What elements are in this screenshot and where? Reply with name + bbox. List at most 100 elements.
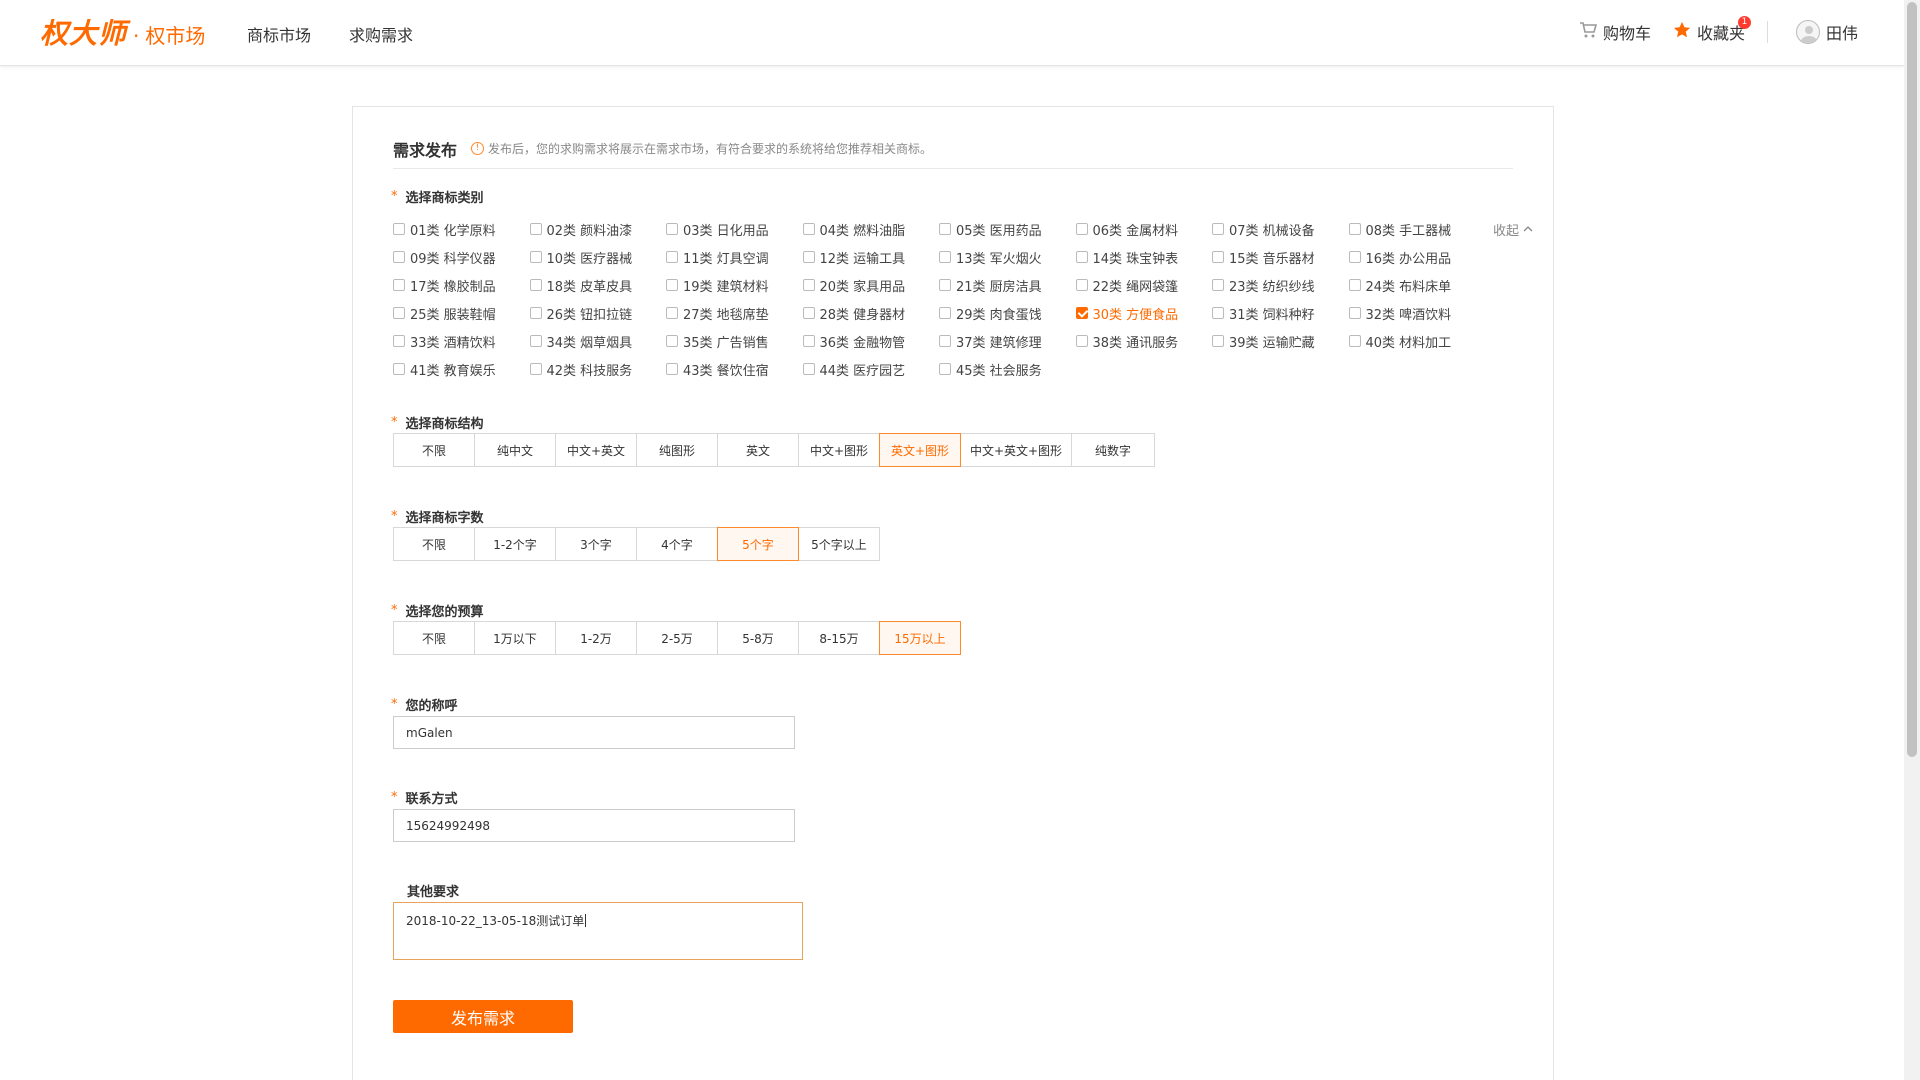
chars-option[interactable]: 5个字	[717, 527, 799, 561]
checkbox-icon[interactable]	[939, 363, 951, 375]
category-checkbox-item[interactable]: 14类 珠宝钟表	[1075, 247, 1213, 267]
budget-option[interactable]: 不限	[393, 621, 475, 655]
chars-option[interactable]: 4个字	[636, 527, 718, 561]
checkbox-icon[interactable]	[666, 251, 678, 263]
structure-option[interactable]: 纯数字	[1071, 433, 1155, 467]
contact-input[interactable]: 15624992498	[393, 809, 795, 842]
checkbox-icon[interactable]	[802, 335, 815, 347]
scrollbar-thumb[interactable]	[1907, 2, 1917, 757]
category-checkbox-item[interactable]: 07类 机械设备	[1212, 219, 1349, 239]
structure-option[interactable]: 中文+英文+图形	[960, 433, 1072, 467]
checkbox-icon[interactable]	[939, 307, 951, 319]
category-checkbox-item[interactable]: 19类 建筑材料	[666, 275, 803, 295]
budget-option[interactable]: 5-8万	[717, 621, 799, 655]
checkbox-icon[interactable]	[666, 335, 678, 347]
category-checkbox-item[interactable]: 09类 科学仪器	[393, 247, 530, 267]
checkbox-icon[interactable]	[666, 223, 678, 235]
checkbox-icon[interactable]	[802, 251, 815, 263]
category-checkbox-item[interactable]: 13类 军火烟火	[939, 247, 1076, 267]
checkbox-icon[interactable]	[529, 223, 542, 235]
structure-option[interactable]: 英文	[717, 433, 799, 467]
checkbox-icon[interactable]	[1212, 335, 1224, 347]
structure-option[interactable]: 不限	[393, 433, 475, 467]
structure-option[interactable]: 英文+图形	[879, 433, 961, 467]
budget-option[interactable]: 2-5万	[636, 621, 718, 655]
checkbox-icon[interactable]	[1075, 307, 1088, 319]
chars-option[interactable]: 5个字以上	[798, 527, 880, 561]
category-checkbox-item[interactable]: 04类 燃料油脂	[802, 219, 940, 239]
category-checkbox-item[interactable]: 21类 厨房洁具	[939, 275, 1076, 295]
checkbox-icon[interactable]	[1075, 279, 1088, 291]
checkbox-icon[interactable]	[802, 223, 815, 235]
checkbox-icon[interactable]	[939, 251, 951, 263]
budget-option[interactable]: 1-2万	[555, 621, 637, 655]
category-checkbox-item[interactable]: 25类 服装鞋帽	[393, 303, 530, 323]
structure-option[interactable]: 纯图形	[636, 433, 718, 467]
checkbox-icon[interactable]	[1348, 251, 1361, 263]
category-checkbox-item[interactable]: 20类 家具用品	[802, 275, 940, 295]
checkbox-icon[interactable]	[529, 335, 542, 347]
publish-button[interactable]: 发布需求	[393, 1000, 573, 1033]
checkbox-icon[interactable]	[1348, 279, 1361, 291]
category-checkbox-item[interactable]: 01类 化学原料	[393, 219, 530, 239]
checkbox-icon[interactable]	[529, 251, 542, 263]
category-checkbox-item[interactable]: 05类 医用药品	[939, 219, 1076, 239]
checkbox-icon[interactable]	[393, 335, 405, 347]
category-checkbox-item[interactable]: 43类 餐饮住宿	[666, 359, 803, 379]
favorites-link[interactable]: 收藏夹 1	[1673, 16, 1751, 44]
category-checkbox-item[interactable]: 40类 材料加工	[1348, 331, 1486, 351]
checkbox-icon[interactable]	[1212, 279, 1224, 291]
category-checkbox-item[interactable]: 29类 肉食蛋饯	[939, 303, 1076, 323]
category-checkbox-item[interactable]: 06类 金属材料	[1075, 219, 1213, 239]
category-checkbox-item[interactable]: 03类 日化用品	[666, 219, 803, 239]
checkbox-icon[interactable]	[1212, 251, 1224, 263]
structure-option[interactable]: 纯中文	[474, 433, 556, 467]
category-checkbox-item[interactable]: 34类 烟草烟具	[529, 331, 667, 351]
category-checkbox-item[interactable]: 12类 运输工具	[802, 247, 940, 267]
checkbox-icon[interactable]	[666, 363, 678, 375]
checkbox-icon[interactable]	[939, 279, 951, 291]
category-checkbox-item[interactable]: 38类 通讯服务	[1075, 331, 1213, 351]
checkbox-icon[interactable]	[1212, 223, 1224, 235]
checkbox-icon[interactable]	[393, 279, 405, 291]
chars-option[interactable]: 不限	[393, 527, 475, 561]
category-checkbox-item[interactable]: 30类 方便食品	[1075, 303, 1213, 323]
checkbox-icon[interactable]	[529, 279, 542, 291]
checkbox-icon[interactable]	[393, 307, 405, 319]
checkbox-icon[interactable]	[1075, 335, 1088, 347]
budget-option[interactable]: 1万以下	[474, 621, 556, 655]
checkbox-icon[interactable]	[939, 335, 951, 347]
checkbox-icon[interactable]	[666, 307, 678, 319]
category-checkbox-item[interactable]: 23类 纺织纱线	[1212, 275, 1349, 295]
category-checkbox-item[interactable]: 33类 酒精饮料	[393, 331, 530, 351]
category-checkbox-item[interactable]: 27类 地毯席垫	[666, 303, 803, 323]
checkbox-icon[interactable]	[1212, 307, 1224, 319]
category-checkbox-item[interactable]: 31类 饲料种籽	[1212, 303, 1349, 323]
checkbox-icon[interactable]	[1348, 335, 1361, 347]
nav-trademark-market[interactable]: 商标市场	[247, 22, 311, 46]
checkbox-icon[interactable]	[802, 307, 815, 319]
category-checkbox-item[interactable]: 02类 颜料油漆	[529, 219, 667, 239]
category-checkbox-item[interactable]: 11类 灯具空调	[666, 247, 803, 267]
user-menu[interactable]: 田伟	[1795, 20, 1858, 44]
category-checkbox-item[interactable]: 17类 橡胶制品	[393, 275, 530, 295]
checkbox-icon[interactable]	[1075, 223, 1088, 235]
nav-purchase-demand[interactable]: 求购需求	[349, 22, 413, 46]
checkbox-icon[interactable]	[802, 279, 815, 291]
category-checkbox-item[interactable]: 32类 啤酒饮料	[1348, 303, 1486, 323]
category-checkbox-item[interactable]: 15类 音乐器材	[1212, 247, 1349, 267]
checkbox-icon[interactable]	[1348, 307, 1361, 319]
category-checkbox-item[interactable]: 35类 广告销售	[666, 331, 803, 351]
budget-option[interactable]: 8-15万	[798, 621, 880, 655]
checkbox-icon[interactable]	[529, 307, 542, 319]
category-checkbox-item[interactable]: 10类 医疗器械	[529, 247, 667, 267]
checkbox-icon[interactable]	[393, 363, 405, 375]
other-requirements-textarea[interactable]: 2018-10-22_13-05-18测试订单	[393, 902, 803, 960]
category-checkbox-item[interactable]: 39类 运输贮藏	[1212, 331, 1349, 351]
category-checkbox-item[interactable]: 36类 金融物管	[802, 331, 940, 351]
category-checkbox-item[interactable]: 37类 建筑修理	[939, 331, 1076, 351]
checkbox-icon[interactable]	[666, 279, 678, 291]
category-checkbox-item[interactable]: 26类 钮扣拉链	[529, 303, 667, 323]
category-checkbox-item[interactable]: 16类 办公用品	[1348, 247, 1486, 267]
vertical-scrollbar[interactable]	[1904, 0, 1920, 1080]
